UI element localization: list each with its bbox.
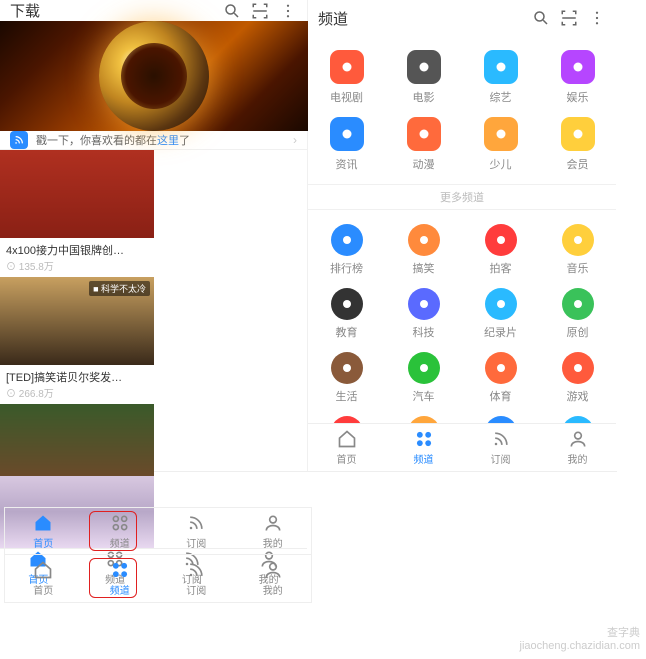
tab-channel[interactable]: 频道 — [82, 508, 159, 554]
channel-dot[interactable] — [462, 410, 539, 423]
more-icon[interactable] — [279, 2, 297, 20]
right-tabbar: 首页 频道 订阅 我的 — [308, 423, 616, 471]
channel-music[interactable]: 音乐 — [539, 218, 616, 282]
tab-subscribe[interactable]: 订阅 — [158, 555, 235, 602]
left-title: 下载 — [10, 0, 213, 21]
channel-bear[interactable]: 动漫 — [385, 111, 462, 178]
watermark: 查字典jiaocheng.chazidian.com — [520, 627, 640, 653]
channel-lips[interactable] — [308, 410, 385, 423]
primary-channel-grid: 电视剧电影综艺娱乐资讯动漫少儿会员 — [308, 36, 616, 182]
secondary-channel-grid: 排行榜搞笑拍客音乐教育科技纪录片原创生活汽车体育游戏 — [308, 212, 616, 423]
search-icon[interactable] — [223, 2, 241, 20]
tab-home[interactable]: 首页 — [5, 508, 82, 554]
channel-rec[interactable]: 拍客 — [462, 218, 539, 282]
more-channels[interactable]: 更多频道 — [308, 184, 616, 210]
tab-subscribe[interactable]: 订阅 — [158, 508, 235, 554]
tab-mine[interactable]: 我的 — [539, 424, 616, 471]
chevron-right-icon: › — [293, 133, 297, 147]
channel-cup[interactable]: 生活 — [308, 346, 385, 410]
rss-icon — [10, 131, 28, 149]
channel-leaf[interactable]: 原创 — [539, 282, 616, 346]
channel-planet[interactable]: 科技 — [385, 282, 462, 346]
channel-crown[interactable]: 会员 — [539, 111, 616, 178]
channel-smile[interactable]: 搞笑 — [385, 218, 462, 282]
channel-film[interactable]: 电影 — [385, 44, 462, 111]
bottom-tabbar-after: 首页 频道 订阅 我的 — [4, 555, 312, 603]
channel-kid[interactable]: 少儿 — [462, 111, 539, 178]
channel-cap[interactable]: 教育 — [308, 282, 385, 346]
more-icon[interactable] — [588, 9, 606, 27]
scan-icon[interactable] — [251, 2, 269, 20]
channel-dot[interactable] — [539, 410, 616, 423]
channel-game[interactable]: 游戏 — [539, 346, 616, 410]
channel-mic[interactable]: 综艺 — [462, 44, 539, 111]
tab-mine[interactable]: 我的 — [235, 508, 312, 554]
left-topbar: 下载 — [0, 0, 307, 21]
channel-ball[interactable]: 体育 — [462, 346, 539, 410]
video-card[interactable]: ■ 科学不太冷 [TED]搞笑诺贝尔奖发… ⊙ 266.8万 — [0, 277, 154, 404]
video-card[interactable]: 4x100接力中国银牌创… ⊙ 135.8万 — [0, 150, 154, 277]
search-icon[interactable] — [532, 9, 550, 27]
tip-bar[interactable]: 戳一下，你喜欢看的都在这里了 › — [0, 131, 307, 150]
tip-text: 戳一下，你喜欢看的都在这里了 — [36, 132, 190, 148]
channel-rank[interactable]: 排行榜 — [308, 218, 385, 282]
video-card[interactable] — [0, 404, 154, 476]
right-screen: 频道 电视剧电影综艺娱乐资讯动漫少儿会员 更多频道 排行榜搞笑拍客音乐教育科技纪… — [308, 0, 616, 471]
left-screen: 下载 戳一下，你喜欢看的都在这里了 › 4x100接力中国银牌创… ⊙ 135.… — [0, 0, 308, 471]
right-topbar: 频道 — [308, 0, 616, 36]
video-row-1: 4x100接力中国银牌创… ⊙ 135.8万 ■ 科学不太冷 [TED]搞笑诺贝… — [0, 150, 307, 404]
channel-star[interactable]: 娱乐 — [539, 44, 616, 111]
tab-channel[interactable]: 频道 — [385, 424, 462, 471]
channel-car[interactable]: 汽车 — [385, 346, 462, 410]
channel-dot[interactable] — [385, 410, 462, 423]
tab-home[interactable]: 首页 — [308, 424, 385, 471]
tab-mine[interactable]: 我的 — [235, 555, 312, 602]
channel-news[interactable]: 资讯 — [308, 111, 385, 178]
tab-subscribe[interactable]: 订阅 — [462, 424, 539, 471]
scan-icon[interactable] — [560, 9, 578, 27]
tab-channel[interactable]: 频道 — [82, 555, 159, 602]
tab-home[interactable]: 首页 — [5, 555, 82, 602]
right-title: 频道 — [318, 8, 522, 29]
hero-banner[interactable] — [0, 21, 308, 131]
bottom-tabbar-before: 首页 频道 订阅 我的 — [4, 507, 312, 555]
channel-tv[interactable]: 电视剧 — [308, 44, 385, 111]
channel-doc[interactable]: 纪录片 — [462, 282, 539, 346]
